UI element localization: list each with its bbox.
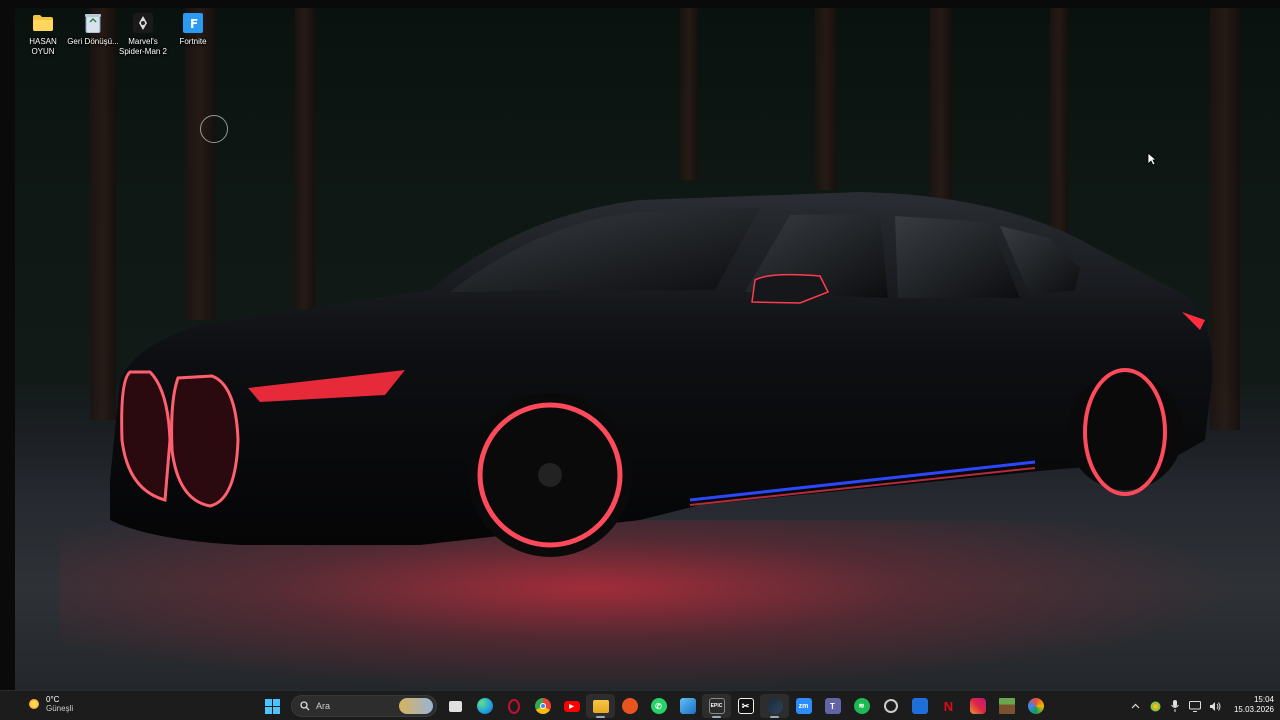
epic-games-button[interactable]: EPIC — [702, 694, 731, 718]
spotify-button[interactable]: ≋ — [847, 694, 876, 718]
steam-button[interactable] — [760, 694, 789, 718]
task-view-button[interactable] — [441, 694, 470, 718]
gaming-app-button[interactable] — [876, 694, 905, 718]
teams-button[interactable]: T — [818, 694, 847, 718]
search-highlight-image — [399, 698, 433, 714]
capcut-icon: ✂ — [737, 698, 754, 714]
taskbar-apps: Ara ▶ ✆ EPIC ✂ zm T ≋ N — [258, 694, 1050, 718]
capcut-button[interactable]: ✂ — [731, 694, 760, 718]
recorder-button[interactable] — [615, 694, 644, 718]
zoom-icon: zm — [795, 698, 812, 714]
folder-icon — [32, 12, 54, 34]
weather-condition: Güneşli — [46, 704, 74, 713]
whatsapp-button[interactable]: ✆ — [644, 694, 673, 718]
chrome-button[interactable] — [528, 694, 557, 718]
desktop-icon-label: Marvel's Spider-Man 2 — [118, 37, 168, 56]
weather-widget[interactable]: 0°C Güneşli — [26, 695, 73, 713]
search-icon — [300, 701, 310, 711]
recycle-bin-icon — [82, 12, 104, 34]
search-placeholder: Ara — [316, 701, 331, 711]
app-icon — [679, 698, 696, 714]
epic-games-icon: EPIC — [708, 698, 725, 714]
netflix-icon: N — [943, 698, 954, 714]
desktop-icon-label: HASAN OYUN — [29, 37, 57, 56]
screen-border-left — [0, 0, 15, 690]
folder-icon — [592, 699, 609, 713]
whatsapp-icon: ✆ — [650, 698, 667, 714]
taskbar: 0°C Güneşli Ara ▶ ✆ EPIC ✂ zm T ≋ N 15:0… — [0, 690, 1280, 720]
weather-temperature: 0°C — [46, 695, 60, 704]
svg-text:F: F — [190, 17, 198, 31]
chevron-up-icon[interactable] — [1128, 699, 1142, 713]
steam-icon — [766, 698, 783, 714]
gaming-icon — [883, 699, 898, 713]
zoom-button[interactable]: zm — [789, 694, 818, 718]
green-status-icon[interactable] — [1148, 699, 1162, 713]
teams-icon: T — [824, 698, 841, 714]
clock-time: 15:04 — [1253, 695, 1274, 704]
minecraft-icon — [998, 698, 1015, 714]
minecraft-button[interactable] — [992, 694, 1021, 718]
edge-icon — [476, 698, 493, 714]
chrome-icon — [534, 698, 551, 714]
youtube-icon: ▶ — [563, 700, 580, 712]
screen-border-top — [0, 0, 1280, 8]
spotify-icon: ≋ — [853, 698, 870, 714]
file-explorer-button[interactable] — [586, 694, 615, 718]
netflix-button[interactable]: N — [934, 694, 963, 718]
taskbar-search[interactable]: Ara — [291, 695, 437, 717]
wallpaper-car — [110, 192, 1213, 557]
blue-app-icon — [911, 698, 928, 714]
spider-man-icon — [132, 12, 154, 34]
color-app-button[interactable] — [1021, 694, 1050, 718]
mouse-pointer-icon — [1147, 152, 1157, 166]
instagram-icon — [969, 698, 986, 714]
volume-icon[interactable] — [1208, 699, 1222, 713]
desktop-icon-hasan-oyun[interactable]: HASAN OYUN — [18, 12, 68, 57]
fortnite-icon: F — [182, 12, 204, 34]
opera-gx-icon — [507, 698, 520, 714]
desktop-icon-label: Fortnite — [179, 37, 207, 46]
app-button[interactable] — [673, 694, 702, 718]
desktop-icon-recycle-bin[interactable]: Geri Dönüşü... — [67, 12, 119, 57]
edge-button[interactable] — [470, 694, 499, 718]
start-button[interactable] — [258, 694, 287, 718]
clock-date: 15.03.2026 — [1233, 705, 1274, 714]
opera-gx-button[interactable] — [499, 694, 528, 718]
desktop-icons: HASAN OYUN Geri Dönüşü... Marvel's Spide… — [18, 12, 218, 57]
blue-app-button[interactable] — [905, 694, 934, 718]
desktop-icon-spider-man-2[interactable]: Marvel's Spider-Man 2 — [118, 12, 168, 57]
instagram-button[interactable] — [963, 694, 992, 718]
taskbar-clock[interactable]: 15:04 15.03.2026 — [1222, 695, 1274, 715]
recorder-icon — [621, 698, 638, 714]
network-icon[interactable] — [1188, 699, 1202, 713]
desktop-icon-label: Geri Dönüşü... — [67, 37, 119, 46]
cursor-click-ring — [200, 115, 228, 143]
youtube-button[interactable]: ▶ — [557, 694, 586, 718]
task-view-icon — [449, 700, 462, 712]
system-tray — [1128, 695, 1222, 717]
desktop-icon-fortnite[interactable]: F Fortnite — [168, 12, 218, 57]
sun-icon — [29, 699, 39, 709]
windows-icon — [265, 698, 280, 714]
desktop-wallpaper — [0, 0, 1280, 690]
color-app-icon — [1027, 698, 1044, 714]
microphone-icon[interactable] — [1168, 699, 1182, 713]
